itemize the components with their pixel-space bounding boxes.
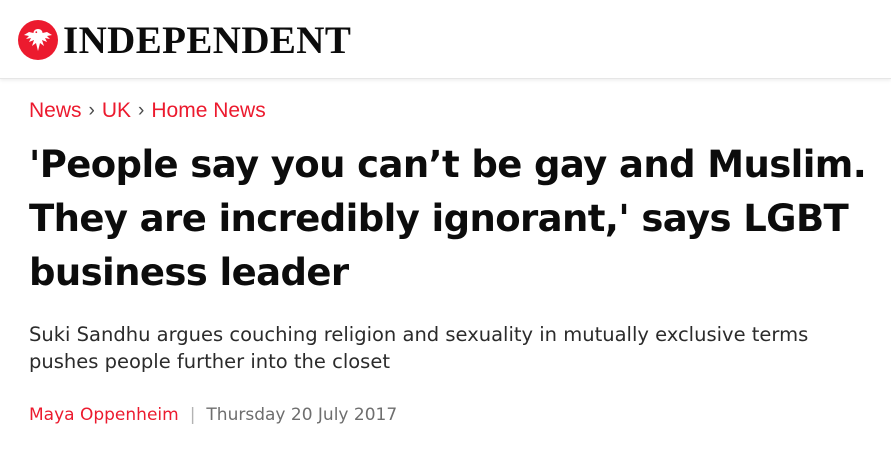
article-headline: 'People say you can’t be gay and Muslim.… (29, 143, 867, 294)
independent-logo[interactable]: INDEPENDENT (18, 19, 351, 61)
article-header: News › UK › Home News 'People say you ca… (29, 96, 869, 427)
breadcrumb-separator: › (88, 100, 95, 121)
article-standfirst: Suki Sandhu argues couching religion and… (29, 323, 809, 373)
site-header: INDEPENDENT (0, 0, 891, 79)
breadcrumb: News › UK › Home News (29, 96, 869, 126)
byline-divider: | (189, 405, 196, 425)
breadcrumb-separator: › (138, 100, 145, 121)
publish-date: Thursday 20 July 2017 (206, 405, 398, 425)
breadcrumb-link-news[interactable]: News (29, 98, 82, 124)
author-link[interactable]: Maya Oppenheim (29, 403, 179, 427)
brand-wordmark: INDEPENDENT (63, 18, 352, 62)
byline: Maya Oppenheim | Thursday 20 July 2017 (29, 403, 869, 427)
breadcrumb-link-home-news[interactable]: Home News (151, 98, 265, 124)
breadcrumb-link-uk[interactable]: UK (102, 98, 131, 124)
eagle-icon (18, 20, 58, 60)
